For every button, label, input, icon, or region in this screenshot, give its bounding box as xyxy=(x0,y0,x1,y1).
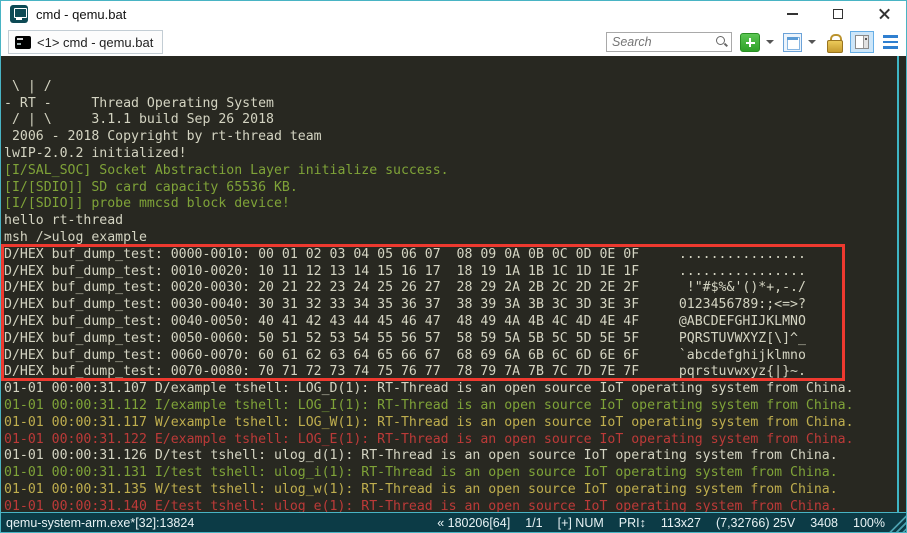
window-title: cmd - qemu.bat xyxy=(36,7,126,22)
terminal-line: 01-01 00:00:31.112 I/example tshell: LOG… xyxy=(4,398,897,415)
search-box[interactable] xyxy=(606,32,732,52)
menu-button[interactable] xyxy=(883,35,898,49)
title-bar: cmd - qemu.bat xyxy=(0,0,907,28)
terminal-right-margin xyxy=(899,56,906,512)
search-icon[interactable] xyxy=(714,35,728,49)
statusbar-segment[interactable]: PRI↕ xyxy=(619,516,646,530)
minimize-icon xyxy=(787,13,798,14)
terminal-line: 01-01 00:00:31.126 D/test tshell: ulog_d… xyxy=(4,448,897,465)
statusbar-segment[interactable]: (7,32766) 25V xyxy=(716,516,795,530)
terminal-line: hello rt-thread xyxy=(4,213,897,230)
terminal-line: [I/[SDIO]] probe mmcsd block device! xyxy=(4,196,897,213)
close-button[interactable] xyxy=(861,0,907,28)
conemu-app-icon xyxy=(10,5,28,23)
panel-icon xyxy=(855,35,869,49)
terminal-line: 01-01 00:00:31.122 E/example tshell: LOG… xyxy=(4,432,897,449)
lock-icon[interactable] xyxy=(826,33,842,51)
statusbar-segment[interactable]: [+] NUM xyxy=(558,516,604,530)
statusbar-segment[interactable]: 3408 xyxy=(810,516,838,530)
status-bar: qemu-system-arm.exe*[32]:13824 « 180206[… xyxy=(0,512,907,533)
statusbar-segment[interactable]: 1/1 xyxy=(525,516,542,530)
caption-buttons xyxy=(769,0,907,28)
terminal-line xyxy=(4,62,897,79)
terminal-line: 01-01 00:00:31.135 W/test tshell: ulog_w… xyxy=(4,482,897,499)
cmd-icon xyxy=(15,36,31,49)
terminal-line: - RT - Thread Operating System xyxy=(4,96,897,113)
minimize-button[interactable] xyxy=(769,0,815,28)
console-list-dropdown-icon[interactable] xyxy=(808,40,816,44)
terminal-line: [I/SAL_SOC] Socket Abstraction Layer ini… xyxy=(4,163,897,180)
terminal-line: 01-01 00:00:31.131 I/test tshell: ulog_i… xyxy=(4,465,897,482)
terminal-line: \ | / xyxy=(4,79,897,96)
tab-cmd-qemu[interactable]: <1> cmd - qemu.bat xyxy=(8,30,163,54)
resize-grip-icon[interactable] xyxy=(889,515,906,532)
terminal-line: 01-01 00:00:31.107 D/example tshell: LOG… xyxy=(4,381,897,398)
maximize-button[interactable] xyxy=(815,0,861,28)
sidebar-toggle-button[interactable] xyxy=(850,31,874,53)
statusbar-segments: « 180206[64] 1/1 [+] NUM PRI↕ 113x27 (7,32766… xyxy=(437,516,885,530)
tab-toolbar xyxy=(606,31,900,53)
maximize-icon xyxy=(833,9,843,19)
tab-label: <1> cmd - qemu.bat xyxy=(37,35,153,50)
statusbar-process: qemu-system-arm.exe*[32]:13824 xyxy=(6,516,194,530)
tab-bar: <1> cmd - qemu.bat xyxy=(1,28,906,56)
statusbar-segment[interactable]: 100% xyxy=(853,516,885,530)
terminal-line: 01-01 00:00:31.117 W/example tshell: LOG… xyxy=(4,415,897,432)
new-console-dropdown-icon[interactable] xyxy=(766,40,774,44)
terminal-line: / | \ 3.1.1 build Sep 26 2018 xyxy=(4,112,897,129)
statusbar-segment[interactable]: 113x27 xyxy=(661,516,701,530)
close-icon xyxy=(878,8,891,21)
search-input[interactable] xyxy=(607,34,714,50)
statusbar-segment[interactable]: « 180206[64] xyxy=(437,516,510,530)
new-console-button[interactable] xyxy=(740,33,760,52)
terminal-line: [I/[SDIO]] SD card capacity 65536 KB. xyxy=(4,180,897,197)
terminal-line: 01-01 00:00:31.140 E/test tshell: ulog_e… xyxy=(4,499,897,512)
hexdump-highlight-box xyxy=(1,244,845,381)
terminal-line: 2006 - 2018 Copyright by rt-thread team xyxy=(4,129,897,146)
console-list-button[interactable] xyxy=(783,33,802,52)
terminal-line: lwIP-2.0.2 initialized! xyxy=(4,146,897,163)
